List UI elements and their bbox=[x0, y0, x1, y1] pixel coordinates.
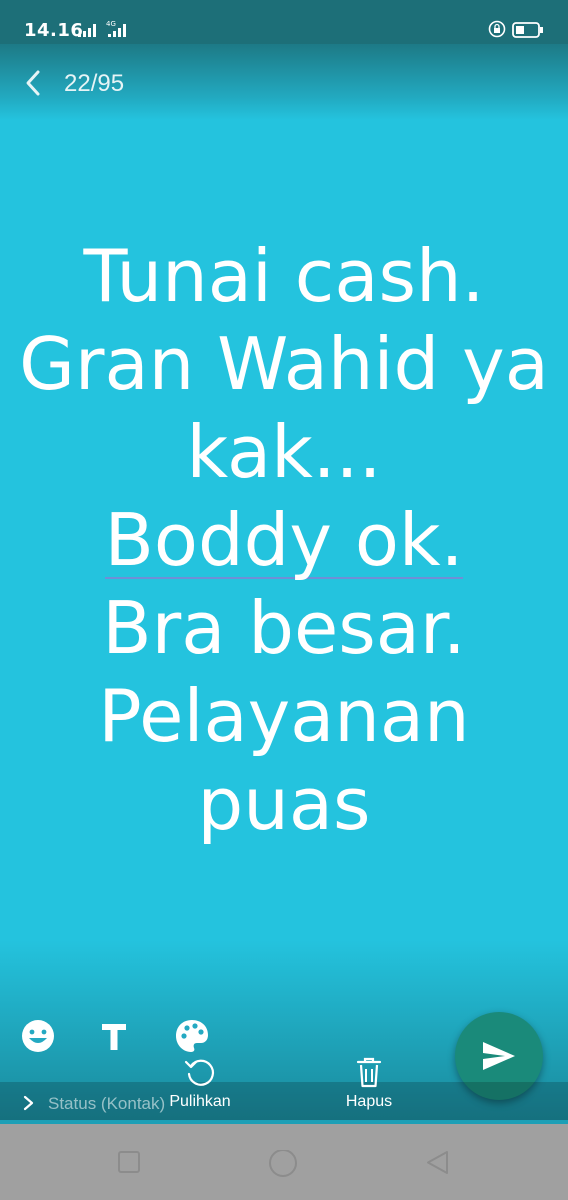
status-audience-label: Status (Kontak) bbox=[48, 1094, 166, 1113]
send-icon bbox=[483, 1042, 515, 1070]
status-text-line: Pelayanan bbox=[98, 674, 470, 758]
status-time: 14.16 bbox=[24, 20, 84, 41]
back-nav-icon[interactable] bbox=[424, 1150, 450, 1176]
restore-label: Pulihkan bbox=[169, 1093, 231, 1110]
rotation-lock-icon bbox=[488, 20, 506, 38]
network-type-label: 4G bbox=[106, 20, 116, 28]
smiley-icon[interactable] bbox=[18, 1016, 58, 1056]
status-text-line: kak... bbox=[186, 410, 382, 494]
status-text-line: Gran Wahid ya bbox=[19, 322, 549, 406]
status-text: Tunai cash. Gran Wahid ya kak... Boddy o… bbox=[0, 232, 568, 848]
delete-button[interactable]: Hapus bbox=[330, 1056, 408, 1111]
trash-icon bbox=[356, 1057, 382, 1088]
recents-icon[interactable] bbox=[117, 1150, 141, 1174]
restore-icon bbox=[184, 1059, 215, 1086]
signal-4g-icon: 4G bbox=[106, 20, 126, 37]
status-counter: 22/95 bbox=[64, 70, 125, 97]
chevron-right-icon bbox=[23, 1095, 34, 1111]
home-icon[interactable] bbox=[268, 1150, 298, 1180]
text-icon[interactable] bbox=[94, 1016, 134, 1056]
palette-icon[interactable] bbox=[172, 1016, 212, 1056]
delete-label: Hapus bbox=[345, 1093, 393, 1110]
spellcheck-underlined-word: Boddy ok. bbox=[104, 498, 464, 582]
battery-icon bbox=[512, 22, 543, 38]
status-text-line: Boddy ok. bbox=[0, 496, 568, 584]
status-text-line: puas bbox=[197, 762, 371, 846]
status-text-line: Tunai cash. bbox=[83, 234, 485, 318]
signal-icon bbox=[78, 24, 96, 37]
system-status-bar: 14.16 4G bbox=[0, 0, 568, 44]
status-text-line: Bra besar. bbox=[102, 586, 466, 670]
restore-button[interactable]: Pulihkan bbox=[160, 1056, 240, 1111]
status-audience-row[interactable]: Status (Kontak) bbox=[0, 1082, 568, 1124]
system-nav-bar bbox=[0, 1124, 568, 1200]
viewer-top-bar: 22/95 bbox=[0, 44, 568, 120]
back-arrow-icon[interactable] bbox=[22, 68, 46, 98]
